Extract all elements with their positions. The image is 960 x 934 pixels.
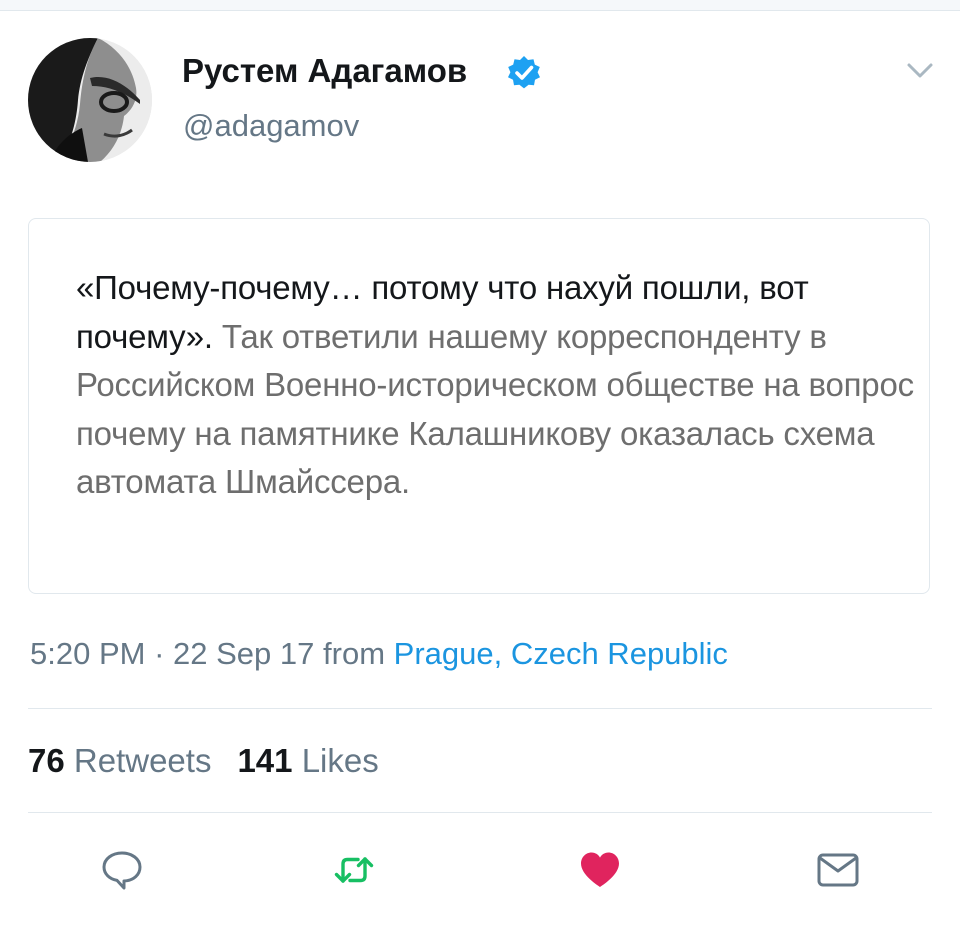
tweet-date[interactable]: 22 Sep 17 [173,636,314,671]
reply-icon[interactable] [100,848,144,892]
divider [28,812,932,813]
meta-separator: · [154,636,165,671]
quoted-image-text: «Почему-почему… потому что нахуй пошли, … [76,264,916,507]
likes-label: Likes [301,742,379,779]
likes-count: 141 [237,742,293,779]
tweet-time[interactable]: 5:20 PM [30,636,145,671]
retweet-icon[interactable] [332,848,376,892]
heart-icon[interactable] [578,848,622,892]
verified-badge-icon [508,56,540,89]
avatar-photo [28,38,152,162]
retweets-stat[interactable]: 76 Retweets [28,742,211,779]
retweets-count: 76 [28,742,65,779]
divider [28,708,932,709]
location-link[interactable]: Prague, Czech Republic [394,636,728,671]
from-label: from [323,636,386,671]
avatar[interactable] [28,38,152,162]
tweet-meta: 5:20 PM · 22 Sep 17 from Prague, Czech R… [30,636,728,672]
likes-stat[interactable]: 141 Likes [237,742,378,779]
tweet-stats: 76 Retweets 141 Likes [28,742,379,780]
user-handle[interactable]: @adagamov [183,108,359,144]
retweets-label: Retweets [73,742,212,779]
chevron-down-icon[interactable] [906,62,934,80]
quoted-image-card[interactable]: «Почему-почему… потому что нахуй пошли, … [28,218,930,594]
top-divider [0,0,960,11]
display-name[interactable]: Рустем Адагамов [182,52,467,90]
envelope-icon[interactable] [816,848,860,892]
